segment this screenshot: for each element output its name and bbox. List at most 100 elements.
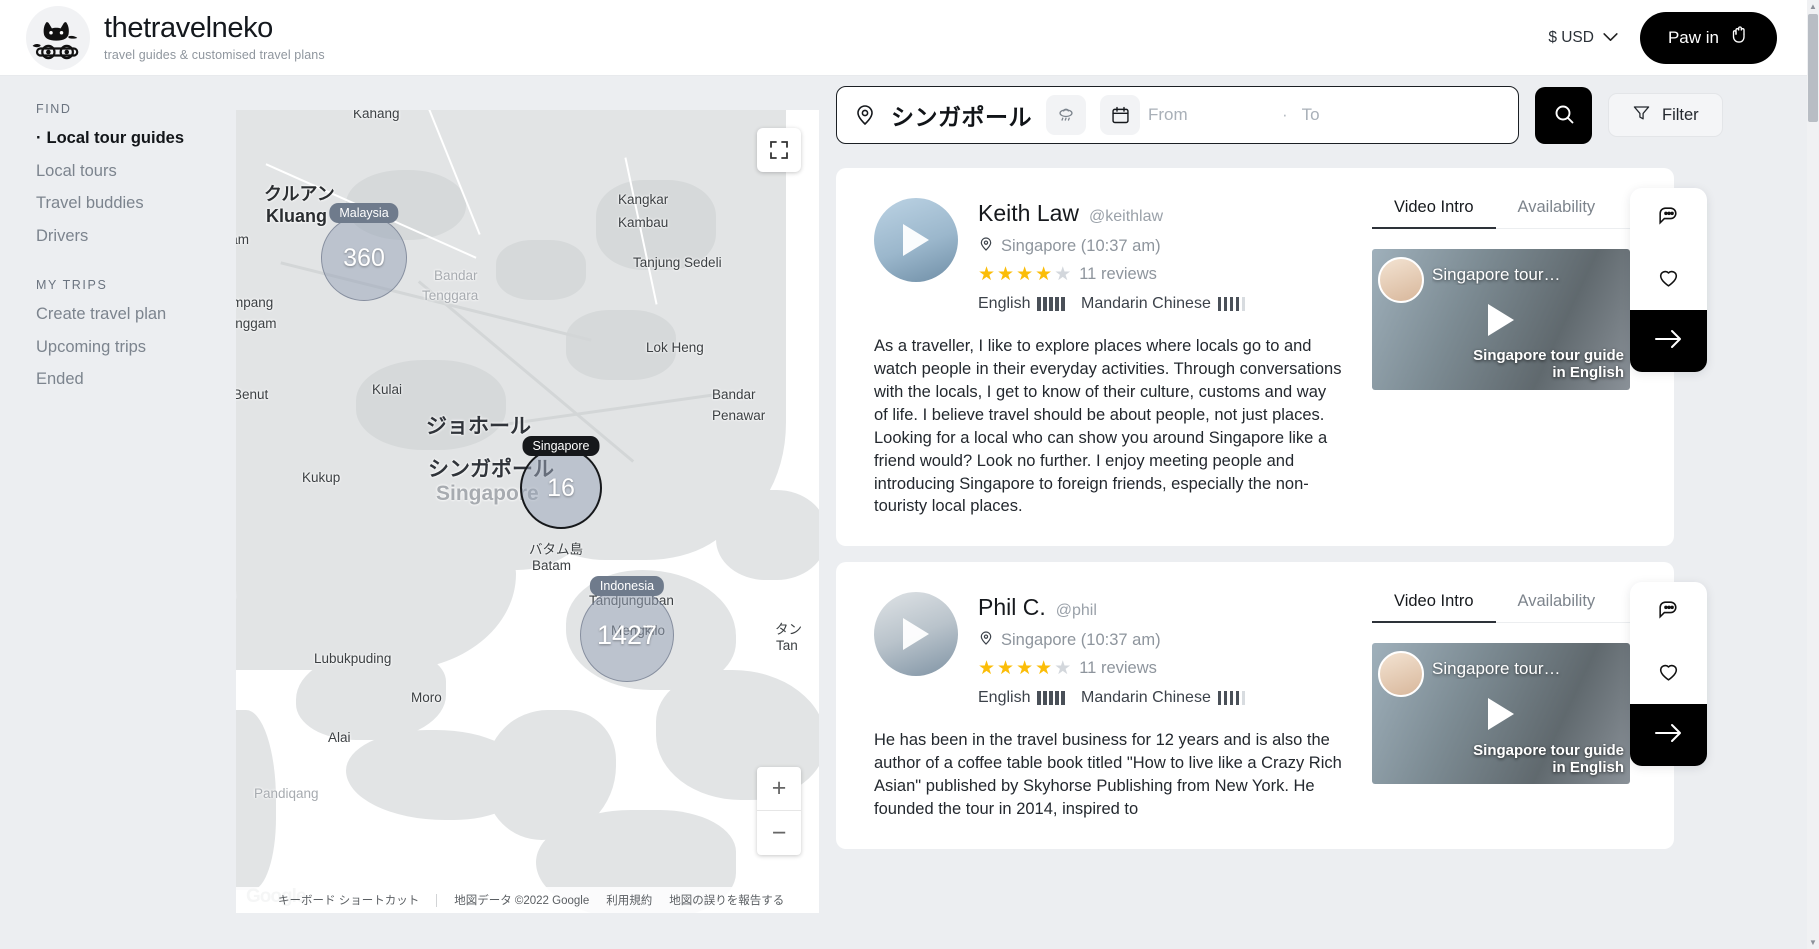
open-guide-button[interactable] [1630,704,1707,767]
favorite-button[interactable] [1630,249,1707,310]
search-box[interactable]: シンガポール · [836,86,1519,144]
avatar[interactable] [874,592,958,677]
filter-icon [1632,103,1651,127]
pin-icon [853,103,877,127]
cluster-count: 360 [343,243,385,272]
map-cluster-singapore[interactable]: Singapore 16 [520,436,602,529]
sidebar-item-drivers[interactable]: Drivers [36,227,236,245]
review-count[interactable]: 11 reviews [1079,265,1157,284]
guide-action-panel [1630,582,1707,767]
message-button[interactable] [1630,188,1707,249]
map-zoom-in-button[interactable]: + [757,767,801,811]
currency-label: $ USD [1548,28,1594,46]
map-label: Penawar [712,408,766,423]
tab-availability[interactable]: Availability [1496,198,1618,228]
language-level-bars [1217,691,1246,706]
page-scrollbar[interactable]: ▲ ▼ [1807,0,1819,949]
star-icon: ★ [1054,658,1072,680]
guide-location: Singapore (10:37 am) [978,236,1245,257]
play-icon [903,224,929,256]
search-button[interactable] [1535,86,1592,144]
language-item: Mandarin Chinese [1080,689,1246,707]
star-icon: ★ [1054,264,1072,285]
map-zoom-controls[interactable]: + − [757,767,801,855]
sign-in-button[interactable]: Paw in [1639,11,1777,64]
tab-availability[interactable]: Availability [1496,592,1618,622]
open-guide-button[interactable] [1630,310,1707,372]
guide-name[interactable]: Keith Law [978,200,1079,227]
review-count[interactable]: 11 reviews [1079,659,1157,678]
message-button[interactable] [1630,582,1707,643]
map-cluster-indonesia[interactable]: Indonesia 1427 [580,576,674,682]
play-icon[interactable] [1488,697,1514,730]
map-label: Pandiqang [254,786,319,801]
date-from-input[interactable] [1148,105,1268,125]
map-label: Batam [532,558,572,573]
avatar[interactable] [874,198,958,282]
guide-info: Keith Law @keithlaw Singapore (10:37 am) [874,198,1344,518]
sidebar-item-local-tours[interactable]: Local tours [36,162,236,180]
chat-bubble-icon [1656,204,1681,234]
map-label: Alai [328,730,351,745]
cluster-label: Singapore [522,436,600,456]
guide-name[interactable]: Phil C. [978,594,1046,621]
map-keyboard-shortcuts-link[interactable]: キーボード ショートカット [278,892,419,908]
guide-tabs: Video Intro Availability [1372,198,1644,229]
star-rating: ★ ★ ★ ★ ★ [978,265,1071,284]
date-separator: · [1282,105,1288,124]
favorite-button[interactable] [1630,643,1707,704]
brand[interactable]: thetravelneko travel guides & customised… [26,5,325,70]
guide-rating: ★ ★ ★ ★ ★ 11 reviews [978,659,1245,678]
guide-card[interactable]: Phil C. @phil Singapore (10:37 am) ★ ★ ★… [836,562,1707,850]
weather-icon[interactable] [1046,95,1086,135]
date-to-input[interactable] [1301,105,1422,125]
star-icon: ★ [978,264,996,285]
guide-meta: Keith Law @keithlaw Singapore (10:37 am) [978,198,1246,313]
sidebar-item-upcoming-trips[interactable]: Upcoming trips [36,338,236,356]
tab-video-intro[interactable]: Video Intro [1372,592,1496,624]
video-thumbnail[interactable]: Singapore tour… Singapore tour guide in … [1372,249,1630,390]
guide-card[interactable]: Keith Law @keithlaw Singapore (10:37 am) [836,168,1707,547]
map-canvas[interactable]: Kahang クルアン Kluang er Hitam Simpang Reng… [236,110,819,913]
guide-rating: ★ ★ ★ ★ ★ 11 reviews [978,265,1245,284]
pin-icon [978,630,994,651]
chat-bubble-icon [1656,598,1681,628]
date-range-fields: · [1148,105,1508,125]
map-panel[interactable]: Kahang クルアン Kluang er Hitam Simpang Reng… [236,110,819,913]
map-label: Tan [776,638,798,653]
language-name: Mandarin Chinese [1080,689,1211,707]
search-location-input[interactable]: シンガポール [891,98,1032,132]
sidebar-item-local-tour-guides[interactable]: · Local tour guides [36,130,236,147]
map-label: Benut [236,387,269,402]
filter-button[interactable]: Filter [1608,93,1723,137]
play-icon[interactable] [1488,303,1514,336]
language-item: English [978,689,1065,707]
map-label: Lok Heng [646,340,704,355]
video-caption-line2: in English [1552,758,1624,776]
map-terms-link[interactable]: 利用規約 [606,892,652,908]
video-title: Singapore tour… [1432,265,1561,284]
sidebar-item-create-travel-plan[interactable]: Create travel plan [36,306,236,323]
map-zoom-out-button[interactable]: − [757,811,801,855]
scroll-up-arrow-icon[interactable]: ▲ [1807,0,1819,13]
app-root: thetravelneko travel guides & customised… [0,0,1819,949]
scrollbar-thumb[interactable] [1808,14,1818,122]
sidebar-item-travel-buddies[interactable]: Travel buddies [36,195,236,212]
guide-meta: Phil C. @phil Singapore (10:37 am) ★ ★ ★… [978,592,1246,707]
tab-video-intro[interactable]: Video Intro [1372,198,1496,229]
star-rating: ★ ★ ★ ★ ★ [978,659,1071,678]
scroll-down-arrow-icon[interactable]: ▼ [1807,936,1819,949]
video-thumbnail[interactable]: Singapore tour… Singapore tour guide in … [1372,643,1630,785]
guide-name-row: Phil C. @phil [978,594,1245,621]
map-label: クルアン [264,184,335,204]
guide-tabs: Video Intro Availability [1372,592,1644,624]
map-cluster-malaysia[interactable]: Malaysia 360 [321,203,407,301]
sidebar-item-ended[interactable]: Ended [36,371,236,388]
pin-icon [978,236,994,257]
map-fullscreen-button[interactable] [757,128,801,172]
map-report-link[interactable]: 地図の誤りを報告する [669,892,784,908]
calendar-icon[interactable] [1100,95,1140,135]
currency-selector[interactable]: $ USD [1548,29,1618,47]
guide-location-text: Singapore (10:37 am) [1001,237,1161,255]
video-caption-line1: Singapore tour guide [1473,347,1624,365]
